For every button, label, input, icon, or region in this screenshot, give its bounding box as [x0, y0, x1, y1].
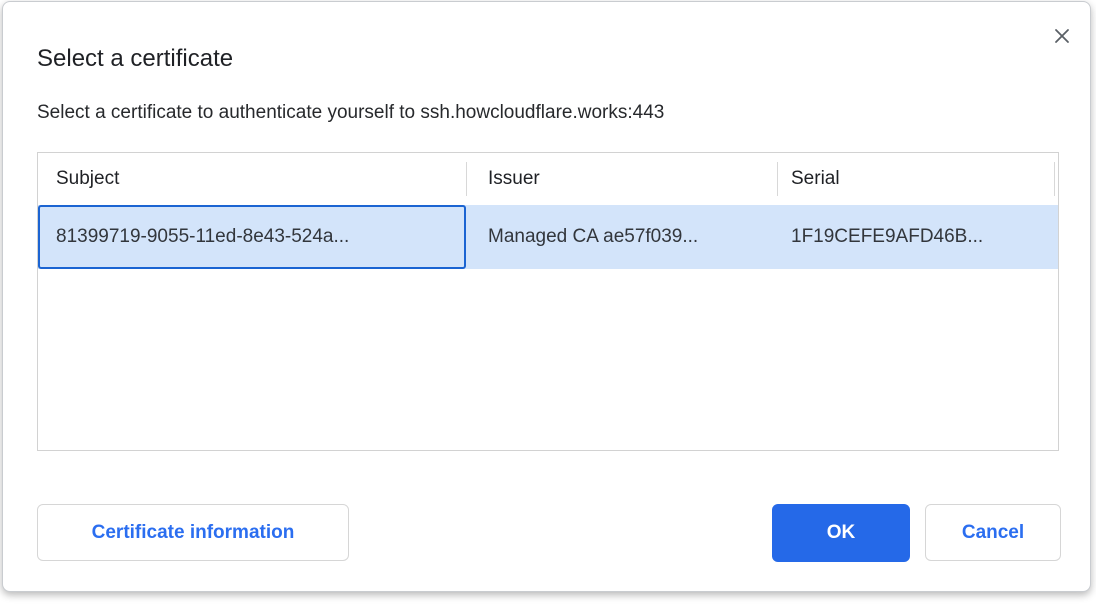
certificate-issuer-cell: Managed CA ae57f039... — [466, 205, 777, 269]
certificate-subject-cell: 81399719-9055-11ed-8e43-524a... — [38, 205, 466, 269]
certificate-row[interactable]: 81399719-9055-11ed-8e43-524a... Managed … — [38, 205, 1058, 269]
certificate-table: Subject Issuer Serial 81399719-9055-11ed… — [37, 152, 1059, 451]
ok-button[interactable]: OK — [772, 504, 910, 562]
column-header-subject: Subject — [38, 153, 466, 205]
column-divider — [1054, 162, 1055, 196]
column-divider — [777, 162, 778, 196]
table-header-row: Subject Issuer Serial — [38, 153, 1058, 205]
certificate-serial-cell: 1F19CEFE9AFD46B... — [777, 205, 1058, 269]
close-button[interactable] — [1043, 18, 1081, 54]
certificate-select-dialog: Select a certificate Select a certificat… — [2, 1, 1091, 592]
column-divider — [466, 162, 467, 196]
certificate-information-button[interactable]: Certificate information — [37, 504, 349, 561]
column-header-issuer: Issuer — [466, 153, 777, 205]
dialog-title: Select a certificate — [37, 45, 233, 73]
close-icon — [1053, 27, 1071, 45]
cancel-button[interactable]: Cancel — [925, 504, 1061, 561]
dialog-subtitle: Select a certificate to authenticate you… — [37, 102, 664, 124]
column-header-serial: Serial — [777, 153, 1058, 205]
